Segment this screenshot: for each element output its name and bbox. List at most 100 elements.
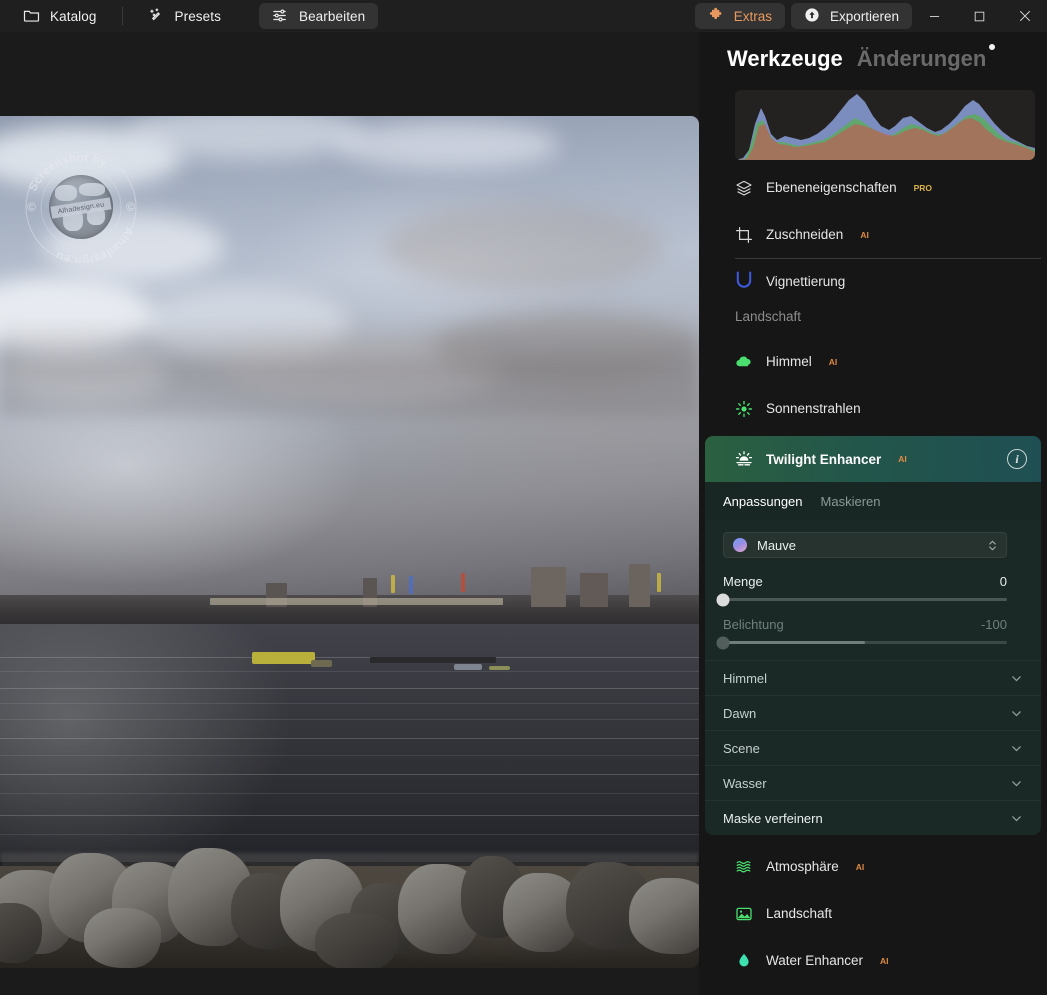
close-icon — [1019, 10, 1031, 22]
tab-aenderungen[interactable]: Änderungen — [856, 44, 996, 72]
photo-sea — [0, 623, 699, 863]
crop-icon — [735, 226, 753, 244]
section-dawn[interactable]: Dawn — [705, 695, 1041, 730]
tool-label: Water Enhancer — [766, 953, 864, 968]
section-himmel[interactable]: Himmel — [705, 660, 1041, 695]
section-label: Wasser — [723, 775, 767, 791]
section-label: Himmel — [723, 670, 768, 686]
slider-menge-label: Menge — [723, 574, 763, 589]
pro-badge: PRO — [913, 182, 933, 193]
slider-belichtung-labels: Belichtung -100 — [723, 617, 1007, 632]
ai-badge: AI — [828, 356, 838, 367]
section-label: Maske verfeinern — [723, 810, 823, 826]
minimize-icon — [929, 11, 940, 22]
folder-icon — [23, 7, 41, 25]
top-toolbar: Katalog Presets Bearbeiten Extras Export… — [0, 0, 1047, 32]
histogram — [735, 90, 1035, 160]
export-button[interactable]: Exportieren — [790, 3, 912, 29]
tab-werkzeuge[interactable]: Werkzeuge — [727, 46, 843, 72]
tab-aenderungen-label: Änderungen — [856, 46, 987, 71]
tool-ebeneneigenschaften[interactable]: Ebeneneigenschaften PRO — [699, 164, 1047, 211]
tool-water-enhancer[interactable]: Water Enhancer AI — [699, 937, 1047, 984]
group-title-landschaft: Landschaft — [735, 309, 802, 324]
nav-katalog-button[interactable]: Katalog — [10, 3, 110, 29]
chevron-down-icon — [1010, 777, 1023, 790]
section-wasser[interactable]: Wasser — [705, 765, 1041, 800]
layers-icon — [735, 179, 753, 197]
section-label: Dawn — [723, 705, 757, 721]
puzzle-piece-icon — [708, 7, 726, 25]
slider-belichtung: Belichtung -100 — [716, 617, 1007, 649]
tool-sonnenstrahlen[interactable]: Sonnenstrahlen — [699, 385, 1047, 432]
vignette-icon — [735, 271, 753, 289]
twilight-icon — [735, 450, 753, 468]
photo-preview[interactable]: Screenshot by Alhadesign.eu © © Alhadesi… — [0, 116, 699, 968]
sliders-icon — [272, 7, 290, 25]
tools-panel: Werkzeuge Änderungen Ebeneneigenschaften… — [699, 32, 1047, 995]
canvas-area: Screenshot by Alhadesign.eu © © Alhadesi… — [0, 32, 699, 995]
tool-label: Sonnenstrahlen — [766, 401, 861, 416]
section-scene[interactable]: Scene — [705, 730, 1041, 765]
ai-badge: AI — [860, 229, 869, 240]
slider-belichtung-handle[interactable] — [716, 636, 730, 649]
toolbar-divider — [121, 7, 123, 25]
landscape-image-icon — [735, 905, 753, 923]
tool-himmel[interactable]: Himmel AI — [699, 338, 1047, 385]
ai-badge: AI — [880, 955, 889, 966]
subtab-anpassungen[interactable]: Anpassungen — [723, 494, 803, 509]
slider-menge-labels: Menge 0 — [723, 574, 1007, 589]
landscape-tool-list: Himmel AI Sonnenstrahlen — [699, 334, 1047, 432]
info-icon[interactable]: i — [1007, 449, 1027, 469]
water-drop-icon — [735, 952, 753, 970]
tool-label: Himmel — [766, 354, 812, 369]
photo-coastline — [0, 564, 699, 626]
nav-bearbeiten-label: Bearbeiten — [298, 8, 366, 24]
toolbar-right-group: Extras Exportieren — [694, 0, 1047, 32]
photo-boat — [251, 652, 315, 665]
toolbar-left-group: Katalog Presets Bearbeiten — [0, 0, 379, 32]
slider-menge-value: 0 — [999, 574, 1007, 589]
extras-button[interactable]: Extras — [694, 3, 785, 29]
wand-sparkle-icon — [148, 7, 166, 25]
photo-sky — [0, 116, 699, 602]
ai-badge: AI — [855, 861, 865, 872]
slider-menge-handle[interactable] — [716, 593, 730, 606]
chevron-down-icon — [1010, 707, 1023, 720]
extras-label: Extras — [733, 8, 772, 24]
tool-atmosphaere[interactable]: Atmosphäre AI — [699, 843, 1047, 890]
chevron-up-down-icon — [987, 539, 998, 552]
tool-label: Zuschneiden — [766, 227, 844, 242]
preset-select[interactable]: Mauve — [723, 532, 1007, 558]
nav-bearbeiten-button[interactable]: Bearbeiten — [258, 3, 379, 29]
section-maske-verfeinern[interactable]: Maske verfeinern — [705, 800, 1041, 835]
minimize-button[interactable] — [912, 0, 957, 32]
adjustments-body: Mauve Menge 0 Belichtung -100 — [705, 520, 1041, 660]
chevron-down-icon — [1010, 742, 1023, 755]
tool-landschaft[interactable]: Landschaft — [699, 890, 1047, 937]
slider-belichtung-track[interactable] — [716, 636, 1007, 649]
sun-rays-icon — [735, 400, 753, 418]
active-tool-card: Twilight Enhancer AI i Anpassungen Maski… — [705, 436, 1041, 835]
nav-presets-label: Presets — [174, 8, 221, 24]
preset-select-value: Mauve — [757, 537, 797, 553]
tool-vignettierung[interactable]: Vignettierung — [699, 259, 1047, 289]
tool-zuschneiden[interactable]: Zuschneiden AI — [699, 211, 1047, 258]
section-label: Scene — [723, 740, 760, 756]
top-tool-list: Ebeneneigenschaften PRO Zuschneiden AI V… — [699, 160, 1047, 289]
slider-belichtung-value: -100 — [980, 617, 1007, 632]
upload-circle-icon — [804, 7, 822, 25]
close-button[interactable] — [1002, 0, 1047, 32]
tool-label: Atmosphäre — [766, 859, 839, 874]
slider-menge-track[interactable] — [716, 593, 1007, 606]
photo-rocks — [0, 832, 699, 968]
tool-twilight-enhancer-header[interactable]: Twilight Enhancer AI i — [705, 436, 1041, 482]
maximize-button[interactable] — [957, 0, 1002, 32]
export-label: Exportieren — [829, 8, 899, 24]
slider-belichtung-label: Belichtung — [723, 617, 784, 632]
bottom-tool-list: Atmosphäre AI Landschaft Water Enhancer … — [699, 835, 1047, 984]
subtab-maskieren[interactable]: Maskieren — [821, 494, 881, 509]
chevron-down-icon — [1010, 812, 1023, 825]
chevron-down-icon — [1010, 672, 1023, 685]
nav-presets-button[interactable]: Presets — [135, 3, 234, 29]
active-tool-subtabs: Anpassungen Maskieren — [705, 482, 1041, 520]
